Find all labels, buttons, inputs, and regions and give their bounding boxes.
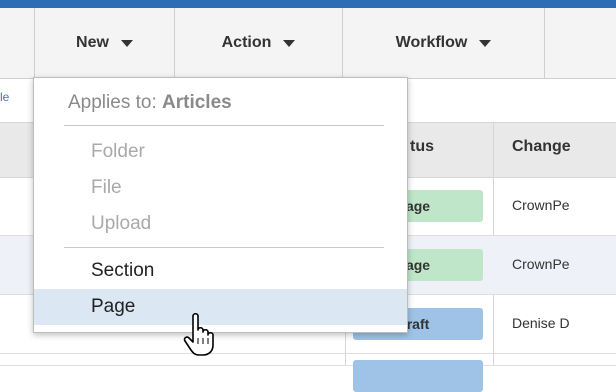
menu-item-label: Folder	[91, 141, 145, 162]
hand-pointer-cursor-icon	[183, 312, 214, 356]
chevron-down-icon	[479, 39, 492, 47]
new-dropdown-menu: Applies to: Articles Folder File Upload …	[33, 77, 408, 333]
workflow-button-label: Workflow	[395, 34, 468, 51]
action-button-label: Action	[221, 34, 272, 51]
menu-divider	[64, 247, 384, 248]
changed-by-cell: Denise D	[512, 315, 570, 331]
column-header-status[interactable]: tus	[410, 138, 434, 156]
new-button[interactable]: New	[34, 8, 175, 78]
menu-item-page[interactable]: Page	[34, 289, 407, 325]
menu-item-label: Page	[91, 296, 136, 317]
menu-divider	[64, 125, 384, 126]
menu-heading-target: Articles	[162, 92, 232, 113]
workflow-button[interactable]: Workflow	[343, 8, 545, 78]
top-accent-bar	[0, 0, 616, 8]
left-link-fragment[interactable]: le	[0, 90, 9, 104]
chevron-down-icon	[120, 39, 133, 47]
table-row[interactable]	[0, 354, 616, 392]
toolbar: New Action Workflow	[0, 8, 616, 79]
changed-by-cell: CrownPe	[512, 197, 570, 213]
menu-heading: Applies to: Articles	[68, 92, 232, 114]
menu-item-file: File	[34, 170, 407, 206]
menu-heading-prefix: Applies to:	[68, 92, 162, 113]
menu-item-section[interactable]: Section	[34, 253, 407, 289]
column-header-changed[interactable]: Change	[512, 138, 571, 156]
menu-item-folder: Folder	[34, 134, 407, 170]
menu-item-upload: Upload	[34, 206, 407, 242]
menu-item-label: Section	[91, 260, 155, 281]
menu-item-label: File	[91, 177, 122, 198]
menu-item-label: Upload	[91, 213, 152, 234]
action-button[interactable]: Action	[175, 8, 343, 78]
new-button-label: New	[76, 34, 109, 51]
changed-by-cell: CrownPe	[512, 256, 570, 272]
chevron-down-icon	[283, 39, 296, 47]
